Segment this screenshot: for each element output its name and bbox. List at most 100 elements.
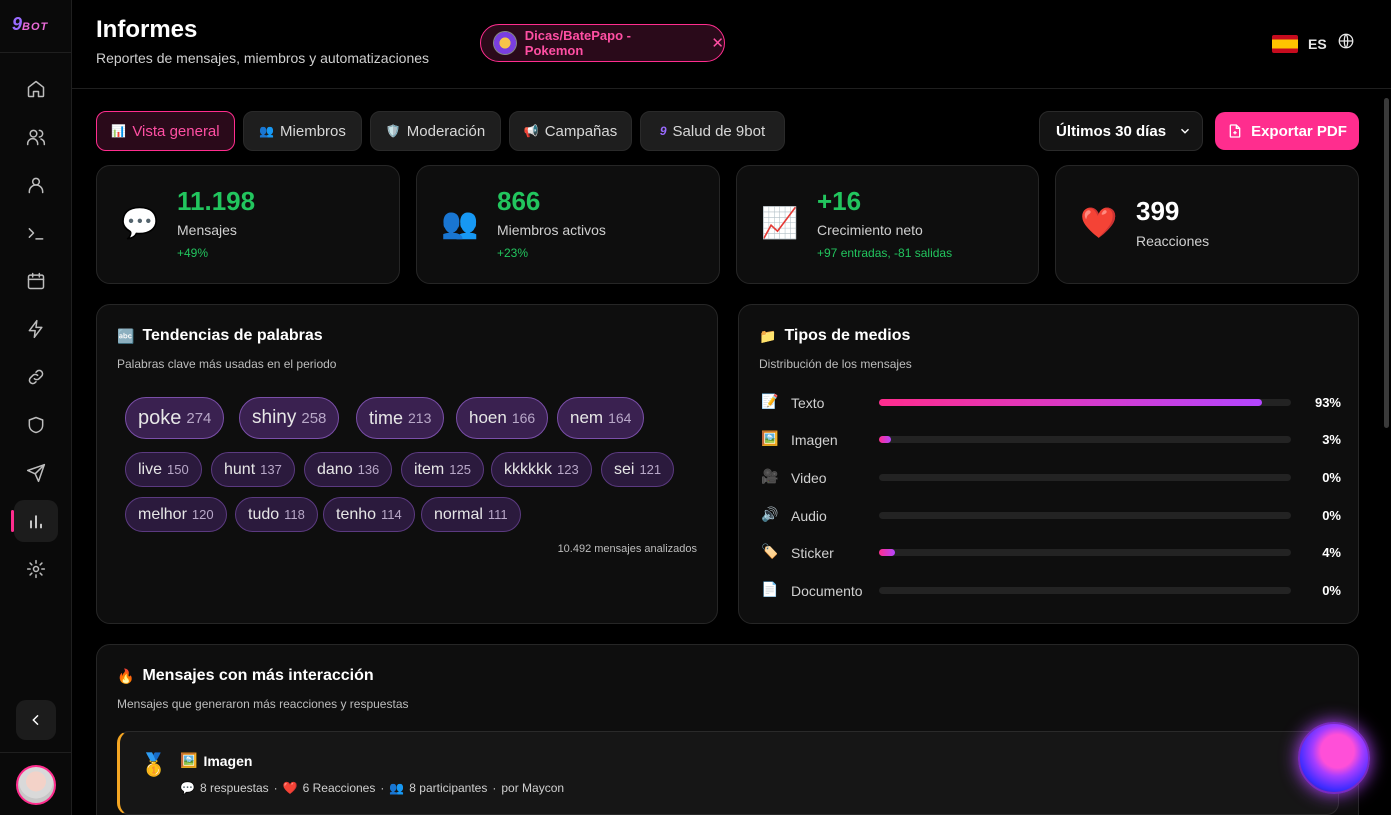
word-pill[interactable]: item 125 [401,452,484,487]
media-percent: 0% [1322,508,1341,523]
top-messages-panel: 🔥 Mensajes con más interacción Mensajes … [96,644,1359,815]
gear-icon [26,559,46,579]
media-percent: 3% [1322,432,1341,447]
word-pill[interactable]: sei 121 [601,452,675,487]
tab-9bot-health[interactable]: 9 Salud de 9bot [640,111,785,151]
media-row-text: 📝 Texto 93% [761,393,1341,413]
word-pill[interactable]: time 213 [356,397,445,439]
panel-subtitle: Mensajes que generaron más reacciones y … [117,697,409,711]
stat-delta: +97 entradas, -81 salidas [817,246,953,260]
tab-moderation[interactable]: 🛡️ Moderación [370,111,501,151]
picture-icon: 🖼️ [180,752,198,768]
tab-members[interactable]: 👥 Miembros [243,111,362,151]
sidebar: 9BOT [0,0,72,815]
sidebar-item-members[interactable] [14,116,58,158]
sidebar-item-reports[interactable] [14,500,58,542]
megaphone-icon: 📢 [523,124,539,138]
speech-bubble-icon: 💬 [121,207,159,240]
word-pill[interactable]: normal 111 [421,497,521,532]
word-pill[interactable]: shiny 258 [239,397,340,439]
message-type: 🖼️ Imagen [180,752,252,769]
header: Informes Reportes de mensajes, miembros … [72,0,1391,89]
stat-label: Mensajes [177,222,237,238]
heart-icon: ❤️ [282,781,298,795]
word-pill[interactable]: dano 136 [304,452,393,487]
export-pdf-button[interactable]: Exportar PDF [1215,112,1359,150]
speaker-icon: 🔊 [761,506,779,522]
analyzed-count: 10.492 mensajes analizados [557,543,697,555]
stat-card-reactions: ❤️ 399 Reacciones [1055,165,1359,284]
stat-card-active-members: 👥 866 Miembros activos +23% [416,165,720,284]
scrollbar[interactable] [1384,98,1389,428]
assistant-orb-button[interactable] [1298,722,1370,794]
tab-label: Miembros [280,122,346,140]
collapse-sidebar-button[interactable] [16,700,56,740]
media-percent: 4% [1322,545,1341,560]
export-label: Exportar PDF [1251,122,1347,140]
progress-track [879,512,1291,519]
terminal-icon [28,228,44,240]
sidebar-item-home[interactable] [14,68,58,110]
calendar-icon [27,272,45,290]
users-icon [26,129,46,146]
progress-track [879,436,1291,443]
stat-delta: +49% [177,246,209,260]
tab-label: Moderación [406,122,486,140]
tab-overview[interactable]: 📊 Vista general [96,111,235,151]
progress-track [879,587,1291,594]
sidebar-item-links[interactable] [14,356,58,398]
stat-label: Miembros activos [497,222,606,238]
group-selector-chip[interactable]: Dicas/BatePapo - Pokemon ✕ [480,24,725,62]
list-item[interactable]: 🥇 🖼️ Imagen 💬 8 respuestas · ❤️ 6 Reacci… [117,731,1339,815]
word-trends-panel: 🔤 Tendencias de palabras Palabras clave … [96,304,718,624]
close-icon[interactable]: ✕ [711,34,724,52]
media-row-image: 🖼️ Imagen 3% [761,430,1341,450]
lightning-icon [28,319,43,339]
chart-icon: 📊 [111,124,127,138]
word-pill[interactable]: kkkkkk 123 [491,452,592,487]
language-selector[interactable]: ES [1272,32,1355,55]
reactions-count: 6 Reacciones [302,781,376,795]
word-pill[interactable]: hunt 137 [211,452,295,487]
word-pill[interactable]: nem 164 [557,397,645,439]
word-pill[interactable]: melhor 120 [125,497,227,532]
globe-icon[interactable] [1337,32,1355,55]
word-pill[interactable]: tenho 114 [323,497,415,532]
stat-delta: +23% [497,246,529,260]
stat-value: 11.198 [177,186,256,216]
message-type-label: Imagen [203,752,253,769]
date-range-select[interactable]: Últimos 30 días [1039,111,1203,151]
progress-track [879,549,1291,556]
word-pill[interactable]: poke 274 [125,397,225,439]
tab-campaigns[interactable]: 📢 Campañas [509,111,632,151]
media-row-video: 🎥 Video 0% [761,468,1341,488]
word-pill[interactable]: hoen 166 [456,397,549,439]
date-range-value: Últimos 30 días [1056,122,1167,140]
brand-logo[interactable]: 9BOT [12,14,48,35]
panel-title: 🔥 Mensajes con más interacción [117,667,374,685]
participants-count: 8 participantes [409,781,488,795]
progress-fill [879,436,892,443]
word-pill[interactable]: tudo 118 [235,497,318,532]
page-subtitle: Reportes de mensajes, miembros y automat… [96,50,430,66]
stat-card-messages: 💬 11.198 Mensajes +49% [96,165,400,284]
sidebar-item-campaigns[interactable] [14,452,58,494]
media-label: Documento [791,583,863,599]
group-name: Dicas/BatePapo - Pokemon [524,28,631,58]
message-meta: 💬 8 respuestas · ❤️ 6 Reacciones · 👥 8 p… [180,781,564,795]
sidebar-item-moderation[interactable] [14,404,58,446]
bar-chart-icon [30,515,42,529]
sidebar-item-calendar[interactable] [14,260,58,302]
avatar[interactable] [16,765,56,805]
chevron-left-icon [32,714,39,726]
sidebar-item-settings[interactable] [14,548,58,590]
word-pill[interactable]: live 150 [125,452,202,487]
fire-icon: 🔥 [117,667,135,684]
sidebar-item-terminal[interactable] [14,212,58,254]
sidebar-item-profile[interactable] [14,164,58,206]
sidebar-divider-bottom [0,752,72,753]
tab-label: Salud de 9bot [672,122,766,140]
media-label: Imagen [791,432,838,448]
panel-title: 📁 Tipos de medios [759,327,910,345]
sidebar-item-automations[interactable] [14,308,58,350]
